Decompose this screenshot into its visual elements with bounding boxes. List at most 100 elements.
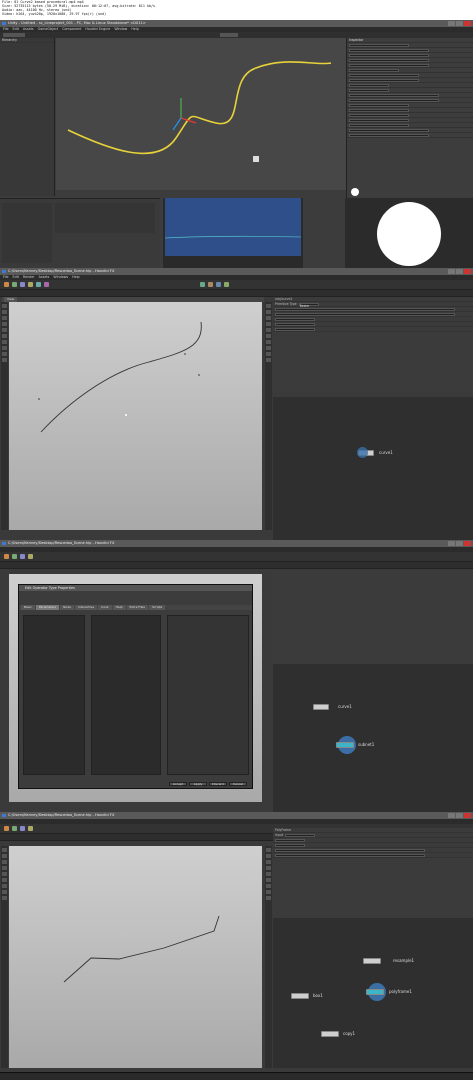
tab-interactive[interactable]: Interactive <box>74 605 98 610</box>
network-view[interactable]: curve1 <box>273 392 473 540</box>
transform-tools[interactable] <box>3 33 25 37</box>
shelf-icon[interactable] <box>28 282 33 287</box>
houdini-window-otl: C:/Users/Kenney/Desktop/Rescedoo_Scene.h… <box>0 540 473 812</box>
discard-button[interactable]: Discard <box>209 782 227 786</box>
material-preview-icon <box>351 188 359 196</box>
hierarchy-panel: Hierarchy <box>0 38 55 196</box>
accept-button[interactable]: Accept <box>169 782 187 786</box>
video-info-header: File: 01 Curve2 based procedural.mp4 mp4… <box>0 0 473 20</box>
play-controls[interactable] <box>220 33 238 37</box>
cancel-button[interactable]: Cancel <box>229 782 247 786</box>
right-toolbar[interactable] <box>265 302 272 530</box>
shelf-icon[interactable] <box>216 282 221 287</box>
node-copy1[interactable] <box>321 1031 339 1037</box>
hierarchy-header: Hierarchy <box>0 38 54 43</box>
bezier-curve[interactable] <box>40 321 202 433</box>
dialog-tabs[interactable]: Basic Parameters Node Interactive Cook H… <box>19 605 252 610</box>
window-title: C:/Users/Kenney/Desktop/Rescedoo_Scene.h… <box>0 540 473 547</box>
minimize-icon[interactable] <box>448 21 455 26</box>
param-row[interactable] <box>273 327 473 332</box>
network-view[interactable]: curve1 subnet1 <box>273 664 473 812</box>
left-toolbar[interactable] <box>1 846 8 1068</box>
window-controls[interactable] <box>448 813 471 818</box>
minimize-icon[interactable] <box>448 813 455 818</box>
path-label: /obj/curve1 <box>275 297 293 301</box>
window-controls[interactable] <box>448 269 471 274</box>
parameter-pane: /obj/curve1 Primitive Type Bezier <box>273 297 473 392</box>
inspector-panel: Inspector <box>346 38 473 198</box>
right-toolbar[interactable] <box>265 846 272 1068</box>
window-title: Unity - Untitled - sc_Lineproject_001 - … <box>0 20 473 27</box>
tab-basic[interactable]: Basic <box>21 605 35 610</box>
project-tree[interactable] <box>2 203 52 263</box>
shelf-icon[interactable] <box>12 282 17 287</box>
shelf-icon[interactable] <box>200 282 205 287</box>
maximize-icon[interactable] <box>456 269 463 274</box>
minimize-icon[interactable] <box>448 541 455 546</box>
project-assets[interactable] <box>55 203 155 233</box>
shelf-tabs[interactable] <box>0 562 473 569</box>
houdini-window-polyframe: C:/Users/Kenney/Desktop/Rescedoo_Scene.h… <box>0 812 473 1080</box>
parameter-description[interactable] <box>167 615 249 775</box>
light-icon[interactable] <box>253 156 259 162</box>
tab-cook[interactable]: Cook <box>98 605 112 610</box>
network-view[interactable]: resample1 box1 polyframe1 copy1 <box>273 918 473 1068</box>
node-curve1[interactable] <box>313 704 329 710</box>
node-box1[interactable] <box>291 993 309 999</box>
scene-canvas <box>67 61 332 162</box>
left-toolbar[interactable] <box>1 302 8 530</box>
primitive-type-select[interactable]: Bezier <box>298 302 319 308</box>
node-label-curve1: curve1 <box>338 704 352 709</box>
maximize-icon[interactable] <box>456 21 463 26</box>
inspector-row[interactable] <box>347 133 473 138</box>
window-title: C:/Users/Kenney/Desktop/Rescedoo_Scene.h… <box>0 812 473 819</box>
shelf-icon[interactable] <box>36 282 41 287</box>
minimize-icon[interactable] <box>448 269 455 274</box>
close-icon[interactable] <box>464 541 471 546</box>
network-tabs[interactable] <box>273 392 473 397</box>
parameter-pane <box>273 569 473 664</box>
tab-node[interactable]: Node <box>60 605 74 610</box>
shelf-icon[interactable] <box>208 282 213 287</box>
tab-parameters[interactable]: Parameters <box>35 605 60 610</box>
shelf-tools[interactable] <box>0 552 473 562</box>
tab-extra-files[interactable]: Extra Files <box>126 605 148 610</box>
viewport[interactable] <box>9 302 262 530</box>
shelf-tabs[interactable] <box>0 290 473 297</box>
gizmo-z-axis[interactable] <box>172 117 182 131</box>
shelf-icon[interactable] <box>4 282 9 287</box>
close-icon[interactable] <box>464 813 471 818</box>
close-icon[interactable] <box>464 269 471 274</box>
maximize-icon[interactable] <box>456 813 463 818</box>
curve-path[interactable] <box>67 61 332 155</box>
tab-scripts[interactable]: Scripts <box>148 605 166 610</box>
window-controls[interactable] <box>448 21 471 26</box>
existing-parameters-list[interactable] <box>91 615 161 775</box>
timeline[interactable] <box>0 1072 473 1080</box>
close-icon[interactable] <box>464 21 471 26</box>
node-label-resample1: resample1 <box>393 958 415 963</box>
node-resample1[interactable] <box>363 958 381 964</box>
viewport-canvas <box>63 915 220 983</box>
shelf-icon[interactable] <box>20 282 25 287</box>
apply-button[interactable]: Apply <box>189 782 207 786</box>
scene-view[interactable] <box>56 38 346 190</box>
node-polyframe1-body[interactable] <box>366 989 384 995</box>
window-controls[interactable] <box>448 541 471 546</box>
create-parameters-list[interactable] <box>23 615 85 775</box>
polyline-curve[interactable] <box>63 915 220 983</box>
houdini-window-curve: C:/Users/Kenney/Desktop/Rescedoo_Scene.h… <box>0 268 473 540</box>
parameter-pane: PolyFrame Input <box>273 828 473 918</box>
window-title: C:/Users/Kenney/Desktop/Rescedoo_Scene.h… <box>0 268 473 275</box>
node-label-copy1: copy1 <box>343 1031 356 1036</box>
tab-help[interactable]: Help <box>112 605 126 610</box>
shelf-icon[interactable] <box>44 282 49 287</box>
maximize-icon[interactable] <box>456 541 463 546</box>
viewport[interactable] <box>9 846 262 1068</box>
node-subnet1-body[interactable] <box>336 742 354 748</box>
param-row[interactable] <box>273 853 473 858</box>
shelf-tools[interactable] <box>0 280 473 290</box>
shelf-icon[interactable] <box>224 282 229 287</box>
curve-graph[interactable] <box>164 198 302 256</box>
dialog-title: Edit Operator Type Properties <box>19 585 252 591</box>
